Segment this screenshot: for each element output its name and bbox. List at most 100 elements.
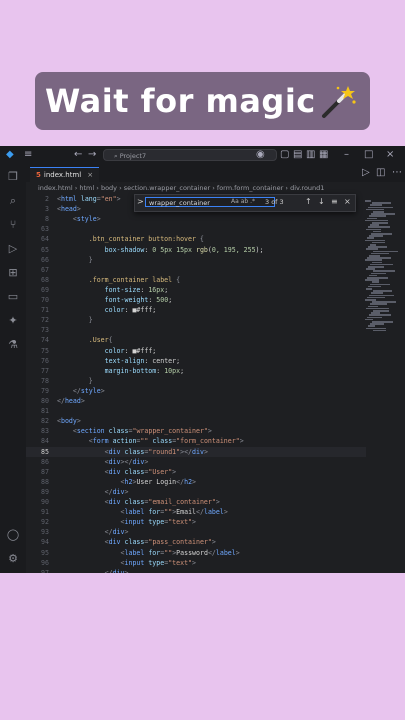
split-editor-icon[interactable]: ◫ xyxy=(376,167,385,178)
code-line[interactable]: 86 <div></div> xyxy=(26,457,366,467)
minimap[interactable] xyxy=(363,194,399,573)
line-number: 86 xyxy=(41,457,49,466)
code-line[interactable]: 71 color: ■#fff; xyxy=(26,305,366,315)
panel-icon[interactable]: ▤ xyxy=(293,149,302,160)
code-token: { xyxy=(108,336,113,345)
code-token: > xyxy=(192,477,197,486)
code-line[interactable]: 74 .User{ xyxy=(26,335,366,345)
back-arrow-icon[interactable]: ← xyxy=(74,149,82,160)
find-input[interactable]: wrapper_container xyxy=(145,197,275,207)
run-debug-icon[interactable]: ▷ xyxy=(6,242,20,256)
line-number: 3 xyxy=(45,205,49,214)
menu-icon[interactable]: ≡ xyxy=(24,149,32,160)
code-line[interactable]: 77 margin-bottom: 10px; xyxy=(26,366,366,376)
tab-index-html[interactable]: 5 index.html × xyxy=(30,167,100,182)
find-next-button[interactable]: ↓ xyxy=(318,197,325,206)
code-token: < xyxy=(57,215,77,224)
code-token: 10px xyxy=(164,366,181,375)
code-token: > xyxy=(144,457,149,466)
code-line[interactable]: 64 .btn_container button:hover { xyxy=(26,234,366,244)
copilot-icon[interactable]: ◉ xyxy=(256,149,265,160)
code-line[interactable]: 69 font-size: 16px; xyxy=(26,285,366,295)
code-line[interactable]: 84 <form action="" class="form_container… xyxy=(26,436,366,446)
breadcrumb-item[interactable]: body xyxy=(101,184,117,192)
code-line[interactable]: 68 .form_container label { xyxy=(26,275,366,285)
run-icon[interactable]: ▷ xyxy=(362,167,370,178)
settings-gear-icon[interactable]: ⚙ xyxy=(6,552,20,566)
breadcrumb-item[interactable]: index.html xyxy=(38,184,73,192)
source-control-icon[interactable]: ⑂ xyxy=(6,218,20,232)
code-token: div xyxy=(108,467,121,476)
breadcrumb-item[interactable]: div.round1 xyxy=(290,184,324,192)
forward-arrow-icon[interactable]: → xyxy=(88,149,96,160)
code-token: label xyxy=(124,508,145,517)
code-line[interactable]: 85 <div class="round1"></div> xyxy=(26,446,366,457)
code-line[interactable]: 87 <div class="User"> xyxy=(26,467,366,477)
code-token: div xyxy=(108,447,121,456)
code-token: div xyxy=(112,487,125,496)
remote-explorer-icon[interactable]: ▭ xyxy=(6,290,20,304)
code-line[interactable]: 83 <section class="wrapper_container"> xyxy=(26,426,366,436)
code-line[interactable]: 70 font-weight: 500; xyxy=(26,295,366,305)
code-line[interactable]: 80 </head> xyxy=(26,396,366,406)
code-line[interactable]: 75 color: ■#fff; xyxy=(26,346,366,356)
tab-close-icon[interactable]: × xyxy=(87,171,93,179)
find-previous-button[interactable]: ↑ xyxy=(305,197,312,206)
copilot-chat-icon[interactable]: ✦ xyxy=(6,314,20,328)
close-window-icon[interactable]: × xyxy=(386,149,394,160)
code-line[interactable]: 93 </div> xyxy=(26,527,366,537)
code-line[interactable]: 73 xyxy=(26,325,366,335)
code-line[interactable]: 79 </style> xyxy=(26,386,366,396)
code-line[interactable]: 76 text-align: center; xyxy=(26,356,366,366)
code-line[interactable]: 65 box-shadow: 0 5px 15px rgb(0, 195, 25… xyxy=(26,245,366,255)
account-icon[interactable]: ◯ xyxy=(6,528,20,542)
code-line[interactable]: 88 <h2>User Login</h2> xyxy=(26,477,366,487)
sidebar-icon[interactable]: ▥ xyxy=(306,149,315,160)
extensions-icon[interactable]: ⊞ xyxy=(6,266,20,280)
breadcrumb-item[interactable]: form.form_container xyxy=(217,184,283,192)
code-line[interactable]: 81 xyxy=(26,406,366,416)
code-line[interactable]: 78 } xyxy=(26,376,366,386)
breadcrumb-item[interactable]: html xyxy=(79,184,94,192)
command-center-search[interactable]: ⌕ Project7 xyxy=(103,149,277,161)
code-token: lang xyxy=(76,195,97,203)
code-line[interactable]: 96 <input type="text"> xyxy=(26,558,366,568)
code-line[interactable]: 90 <div class="email_container"> xyxy=(26,497,366,507)
explorer-icon[interactable]: ❐ xyxy=(6,170,20,184)
line-number: 76 xyxy=(41,356,49,365)
code-line[interactable]: 82 <body> xyxy=(26,416,366,426)
activity-bar: ❐ ⌕ ⑂ ▷ ⊞ ▭ ✦ ⚗ ◯ ⚙ xyxy=(0,164,26,573)
code-line[interactable]: 97 </div> xyxy=(26,568,366,573)
code-token: { xyxy=(176,275,181,284)
customize-layout-icon[interactable]: ▦ xyxy=(319,149,328,160)
layout-icon[interactable]: ▢ xyxy=(280,149,289,160)
title-bar: ◆ ≡ ← → ⌕ Project7 ◉ ▢ ▤ ▥ ▦ – □ × xyxy=(0,146,405,165)
code-token: type xyxy=(144,558,165,567)
code-line[interactable]: 91 <label for="">Email</label> xyxy=(26,507,366,517)
line-number: 94 xyxy=(41,538,49,547)
code-line[interactable]: 89 </div> xyxy=(26,487,366,497)
code-line[interactable]: 63 xyxy=(26,224,366,234)
code-line[interactable]: 94 <div class="pass_container"> xyxy=(26,537,366,547)
find-options[interactable]: Aa ab .* xyxy=(231,198,255,205)
code-area[interactable]: 2 <html lang="en"> 3 <head> 8 <style> 63 64 .b… xyxy=(26,194,381,573)
testing-icon[interactable]: ⚗ xyxy=(6,338,20,352)
code-token: } xyxy=(57,376,93,385)
find-selection-button[interactable]: ≡ xyxy=(331,197,338,206)
more-actions-icon[interactable]: ⋯ xyxy=(392,167,402,178)
code-line[interactable]: 72 } xyxy=(26,315,366,325)
maximize-icon[interactable]: □ xyxy=(364,149,373,160)
breadcrumb-item[interactable]: section.wrapper_container xyxy=(124,184,210,192)
minimize-icon[interactable]: – xyxy=(344,149,349,160)
code-token: > xyxy=(76,417,81,426)
line-number: 72 xyxy=(41,316,49,325)
code-line[interactable]: 8 <style> xyxy=(26,214,366,224)
find-expand-button[interactable]: > xyxy=(137,197,144,206)
find-close-button[interactable]: × xyxy=(344,197,351,206)
code-line[interactable]: 92 <input type="text"> xyxy=(26,517,366,527)
code-line[interactable]: 67 xyxy=(26,265,366,275)
code-line[interactable]: 95 <label for="">Password</label> xyxy=(26,548,366,558)
search-icon[interactable]: ⌕ xyxy=(6,194,20,208)
code-line[interactable]: 66 } xyxy=(26,255,366,265)
line-number: 83 xyxy=(41,427,49,436)
